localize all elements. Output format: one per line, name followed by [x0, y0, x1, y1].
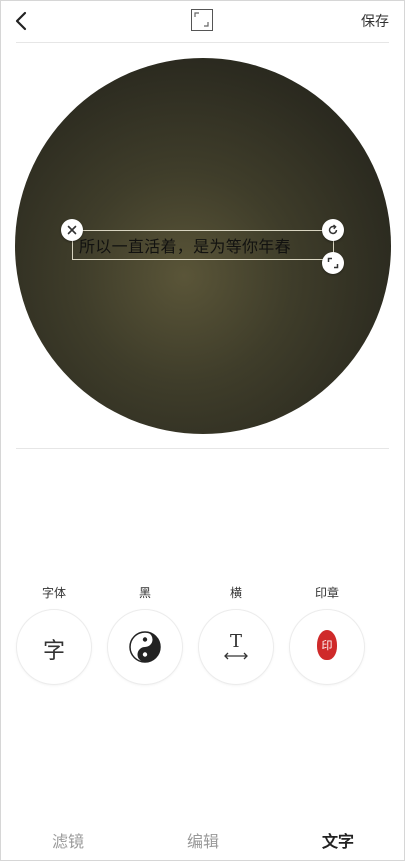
crop-frame-icon	[194, 12, 209, 27]
tab-edit[interactable]: 编辑	[187, 828, 219, 852]
top-bar: 保存	[0, 0, 405, 42]
image-canvas[interactable]: 所以一直活着，是为等你年春	[15, 58, 391, 434]
resize-icon	[327, 257, 339, 269]
scale-text-handle[interactable]	[322, 252, 344, 274]
tool-label-font: 字体	[41, 586, 66, 600]
rotate-icon	[328, 224, 338, 235]
top-divider	[16, 42, 389, 43]
delete-text-handle[interactable]	[61, 219, 83, 241]
color-tool-button[interactable]	[108, 610, 182, 684]
close-icon	[67, 225, 77, 235]
tool-label-color: 黑	[138, 586, 151, 600]
overlay-text[interactable]: 所以一直活着，是为等你年春	[79, 233, 291, 257]
seal-tool-button[interactable]: 印	[290, 610, 364, 684]
font-icon: 字	[42, 639, 65, 664]
text-horizontal-icon: T	[224, 631, 248, 660]
text-t-glyph: T	[230, 631, 242, 652]
font-tool-button[interactable]: 字	[17, 610, 91, 684]
tool-label-orientation: 横	[229, 586, 242, 600]
chevron-left-icon	[15, 11, 27, 31]
mid-divider	[16, 448, 389, 449]
tab-filter[interactable]: 滤镜	[52, 828, 84, 852]
save-button[interactable]: 保存	[361, 11, 389, 31]
rotate-text-handle[interactable]	[322, 219, 344, 241]
tool-label-seal: 印章	[314, 586, 339, 600]
yin-yang-icon	[129, 631, 161, 663]
orientation-tool-button[interactable]: T	[199, 610, 273, 684]
crop-button[interactable]	[191, 9, 213, 31]
seal-glyph: 印	[321, 639, 333, 652]
tab-text[interactable]: 文字	[322, 828, 354, 852]
seal-stamp-icon: 印	[317, 630, 337, 660]
back-button[interactable]	[10, 8, 34, 34]
